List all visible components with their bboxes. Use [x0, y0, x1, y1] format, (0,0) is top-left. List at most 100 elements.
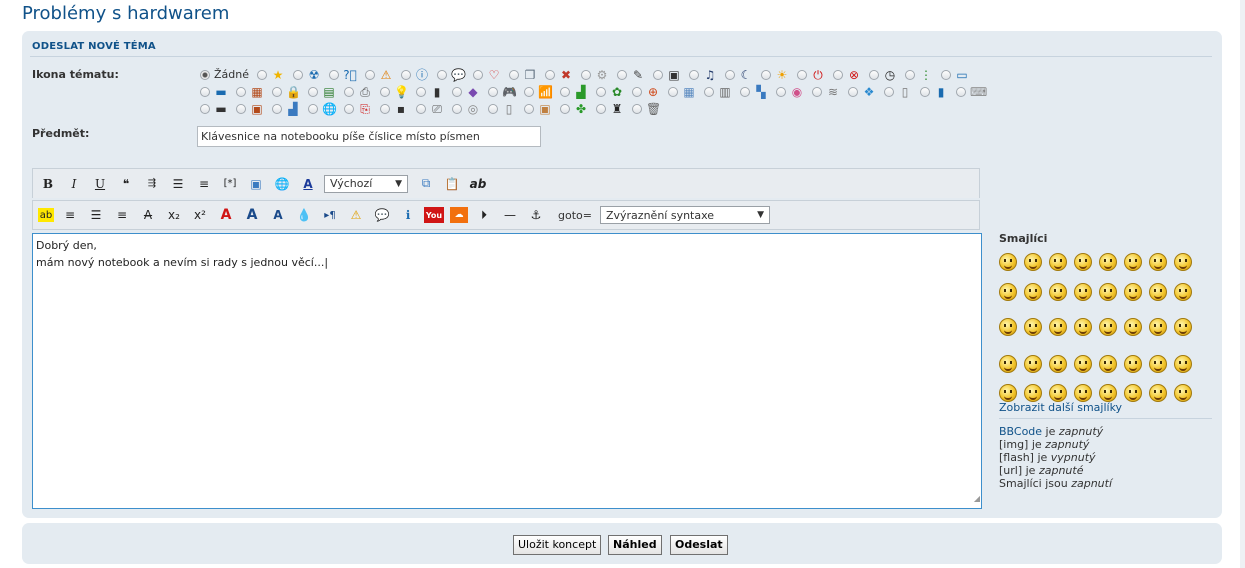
smiley-icon[interactable] — [1149, 283, 1167, 301]
list-item-icon[interactable]: [*] — [220, 174, 240, 194]
radio[interactable] — [596, 103, 606, 114]
icon-option[interactable]: ▯ — [884, 84, 912, 100]
youtube-icon[interactable]: You — [424, 207, 444, 223]
smiley-icon[interactable] — [1074, 283, 1092, 301]
icon-option[interactable]: ▮ — [416, 84, 444, 100]
smiley-icon[interactable] — [1049, 384, 1067, 402]
icon-option[interactable]: ▬ — [200, 101, 228, 117]
smiley-icon[interactable] — [1099, 384, 1117, 402]
radio[interactable] — [488, 103, 498, 114]
link-icon[interactable]: 🌐 — [272, 174, 292, 194]
icon-option[interactable]: ✖ — [545, 67, 573, 83]
icon-option[interactable]: ▣ — [653, 67, 681, 83]
font-color-icon[interactable]: A — [298, 174, 318, 194]
icon-option[interactable]: ⋮ — [905, 67, 933, 83]
copy-icon[interactable]: ⧉ — [416, 174, 436, 194]
play-icon[interactable]: ⏵ — [474, 205, 494, 225]
align-left-icon[interactable]: ≡ — [60, 205, 80, 225]
radio[interactable] — [776, 86, 786, 97]
radio[interactable] — [416, 103, 426, 114]
bullet-list-icon[interactable]: ☰ — [168, 174, 188, 194]
smiley-icon[interactable] — [999, 318, 1017, 336]
smiley-icon[interactable] — [1124, 318, 1142, 336]
radio[interactable] — [344, 86, 354, 97]
smiley-icon[interactable] — [999, 355, 1017, 373]
icon-option[interactable]: ▯ — [488, 101, 516, 117]
icon-option[interactable]: 🌐 — [308, 101, 337, 117]
bold-button[interactable]: B — [38, 174, 58, 194]
smiley-icon[interactable] — [1049, 253, 1067, 271]
icon-option[interactable]: 💡 — [380, 84, 409, 100]
icon-option[interactable]: ❖ — [848, 84, 876, 100]
radio[interactable] — [437, 69, 447, 80]
align-justify-icon[interactable]: ☰ — [86, 205, 106, 225]
icon-option[interactable]: ☾ — [725, 67, 753, 83]
subject-input[interactable]: Klávesnice na notebooku píše číslice mís… — [197, 126, 541, 147]
radio[interactable] — [668, 86, 678, 97]
icon-option[interactable]: ⎙ — [344, 84, 372, 100]
radio[interactable] — [272, 103, 282, 114]
icon-option[interactable]: ▭ — [941, 67, 969, 83]
icon-option[interactable]: ▚ — [740, 84, 768, 100]
icon-option[interactable]: ◷ — [869, 67, 897, 83]
radio[interactable] — [272, 86, 282, 97]
icon-option[interactable]: 🔒 — [272, 84, 301, 100]
radio[interactable] — [365, 69, 375, 80]
radio[interactable] — [473, 69, 483, 80]
icon-option[interactable]: ?⃝ — [329, 67, 357, 83]
smiley-icon[interactable] — [1174, 283, 1192, 301]
radio[interactable] — [581, 69, 591, 80]
radio[interactable] — [416, 86, 426, 97]
smiley-icon[interactable] — [1149, 355, 1167, 373]
radio[interactable] — [452, 103, 462, 114]
radio[interactable] — [200, 86, 210, 97]
smiley-icon[interactable] — [1174, 253, 1192, 271]
smiley-icon[interactable] — [1074, 355, 1092, 373]
radio[interactable] — [617, 69, 627, 80]
radio[interactable] — [797, 69, 807, 80]
icon-option[interactable]: ★ — [257, 67, 285, 83]
radio[interactable] — [236, 86, 246, 97]
preview-button[interactable]: Náhled — [608, 535, 662, 555]
warning-icon[interactable]: ⚠ — [346, 205, 366, 225]
radio[interactable] — [452, 86, 462, 97]
superscript-icon[interactable]: x² — [190, 205, 210, 225]
smiley-icon[interactable] — [1174, 355, 1192, 373]
smiley-icon[interactable] — [1149, 384, 1167, 402]
icon-option[interactable]: ♜ — [596, 101, 624, 117]
radio[interactable] — [725, 69, 735, 80]
smiley-icon[interactable] — [1024, 355, 1042, 373]
icon-option[interactable]: ◆ — [452, 84, 480, 100]
radio[interactable] — [257, 69, 267, 80]
radio[interactable] — [308, 103, 318, 114]
icon-option[interactable]: ▥ — [704, 84, 732, 100]
smiley-icon[interactable] — [1124, 253, 1142, 271]
smiley-icon[interactable] — [1099, 318, 1117, 336]
icon-option[interactable]: ✤ — [560, 101, 588, 117]
save-draft-button[interactable]: Uložit koncept — [513, 535, 602, 555]
icon-option[interactable]: ▟ — [272, 101, 300, 117]
smiley-icon[interactable] — [1099, 253, 1117, 271]
radio[interactable] — [740, 86, 750, 97]
icon-option[interactable]: ⎘ — [344, 101, 372, 117]
radio[interactable] — [509, 69, 519, 80]
smiley-icon[interactable] — [999, 253, 1017, 271]
message-textarea[interactable]: Dobrý den, mám nový notebook a nevím si … — [32, 233, 982, 509]
radio[interactable] — [848, 86, 858, 97]
smiley-icon[interactable] — [1024, 283, 1042, 301]
anchor-icon[interactable]: ⚓ — [526, 205, 546, 225]
icon-option[interactable]: ⚠ — [365, 67, 393, 83]
icon-option[interactable]: ▟ — [560, 84, 588, 100]
smiley-icon[interactable] — [1074, 318, 1092, 336]
icon-option[interactable]: ☢ — [293, 67, 321, 83]
smiley-icon[interactable] — [1174, 384, 1192, 402]
radio[interactable] — [812, 86, 822, 97]
smiley-icon[interactable] — [1024, 384, 1042, 402]
smiley-icon[interactable] — [1149, 318, 1167, 336]
subscript-icon[interactable]: x₂ — [164, 205, 184, 225]
smiley-icon[interactable] — [1174, 318, 1192, 336]
radio[interactable] — [653, 69, 663, 80]
radio[interactable] — [632, 86, 642, 97]
smiley-icon[interactable] — [1099, 355, 1117, 373]
icon-option[interactable]: ⎚ — [416, 101, 444, 117]
